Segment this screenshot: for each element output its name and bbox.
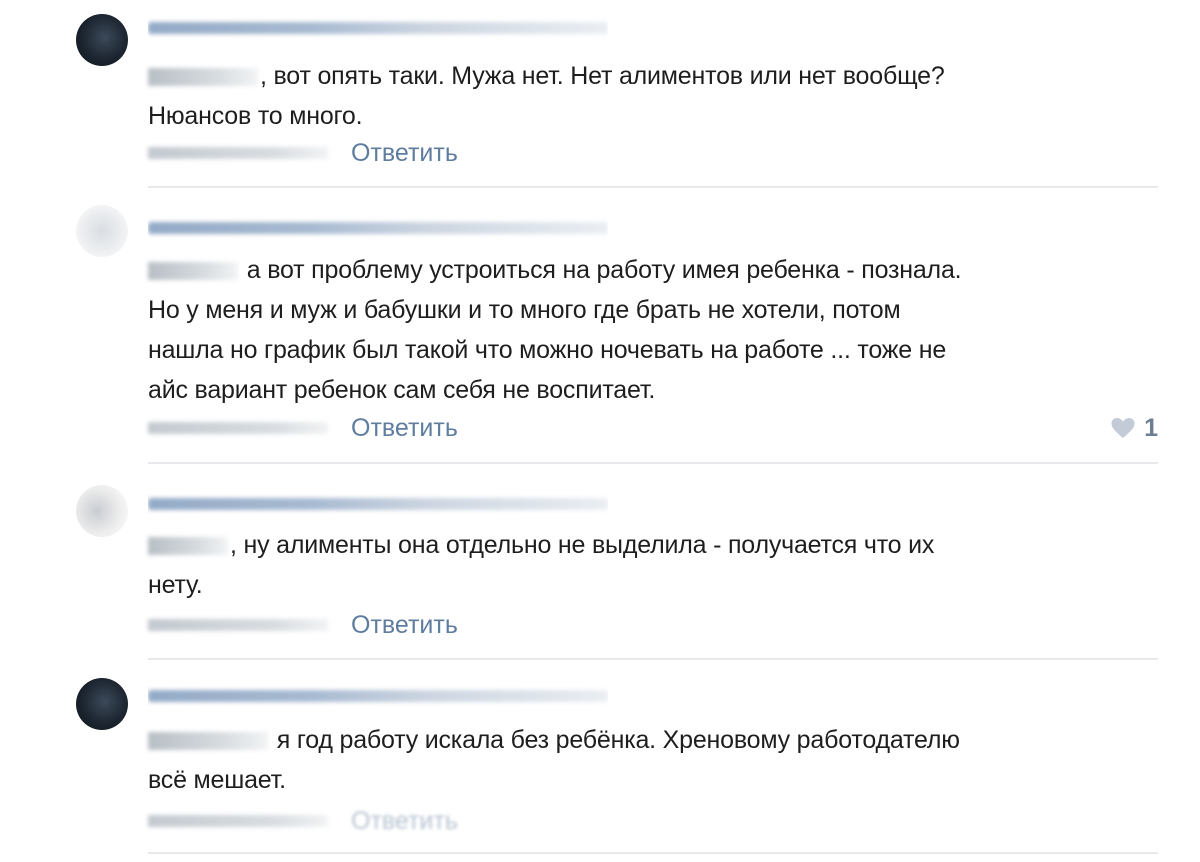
comment-meta: Ответить — [148, 610, 1158, 640]
avatar[interactable] — [76, 205, 128, 257]
divider — [148, 186, 1158, 188]
comment-author-redacted[interactable] — [148, 12, 608, 42]
redacted-mention — [148, 537, 228, 556]
comment-meta: Ответить 1 — [148, 413, 1158, 443]
comments-thread: , вот опять таки. Мужа нет. Нет алименто… — [0, 0, 1200, 862]
comment-text: , вот опять таки. Мужа нет. Нет алименто… — [148, 56, 1158, 136]
redacted-mention — [148, 68, 258, 87]
divider — [148, 852, 1158, 854]
avatar[interactable] — [76, 485, 128, 537]
like-button[interactable]: 1 — [1110, 413, 1158, 443]
comment-author-redacted[interactable] — [148, 680, 608, 710]
avatar[interactable] — [76, 14, 128, 66]
like-count: 1 — [1144, 413, 1158, 442]
avatar[interactable] — [76, 678, 128, 730]
divider — [148, 462, 1158, 464]
comment-timestamp-redacted — [148, 815, 328, 827]
divider — [148, 658, 1158, 660]
comment-timestamp-redacted — [148, 422, 328, 434]
reply-button[interactable]: Ответить — [351, 413, 458, 443]
redacted-mention — [148, 262, 238, 281]
comment-text-body: , ну алименты она отдельно не выделила -… — [148, 531, 935, 599]
comment-text: я год работу искала без ребёнка. Хреново… — [148, 720, 1158, 800]
comment-text: а вот проблему устроиться на работу имея… — [148, 250, 1158, 410]
comment-timestamp-redacted — [148, 619, 328, 631]
heart-icon — [1111, 418, 1135, 438]
reply-button[interactable]: Ответить — [351, 610, 458, 640]
comment-text-body: а вот проблему устроиться на работу имея… — [148, 256, 962, 404]
reply-button[interactable]: Ответить — [351, 806, 458, 836]
comment-text-body: , вот опять таки. Мужа нет. Нет алименто… — [148, 62, 945, 130]
reply-button[interactable]: Ответить — [351, 138, 458, 168]
comment-meta: Ответить — [148, 138, 1158, 168]
comment-author-redacted[interactable] — [148, 488, 608, 518]
comment-text: , ну алименты она отдельно не выделила -… — [148, 525, 1158, 605]
comment-meta: Ответить — [148, 806, 1158, 836]
comment-author-redacted[interactable] — [148, 212, 608, 242]
comment-text-body: я год работу искала без ребёнка. Хреново… — [148, 726, 960, 794]
comment-timestamp-redacted — [148, 147, 328, 159]
redacted-mention — [148, 732, 268, 751]
